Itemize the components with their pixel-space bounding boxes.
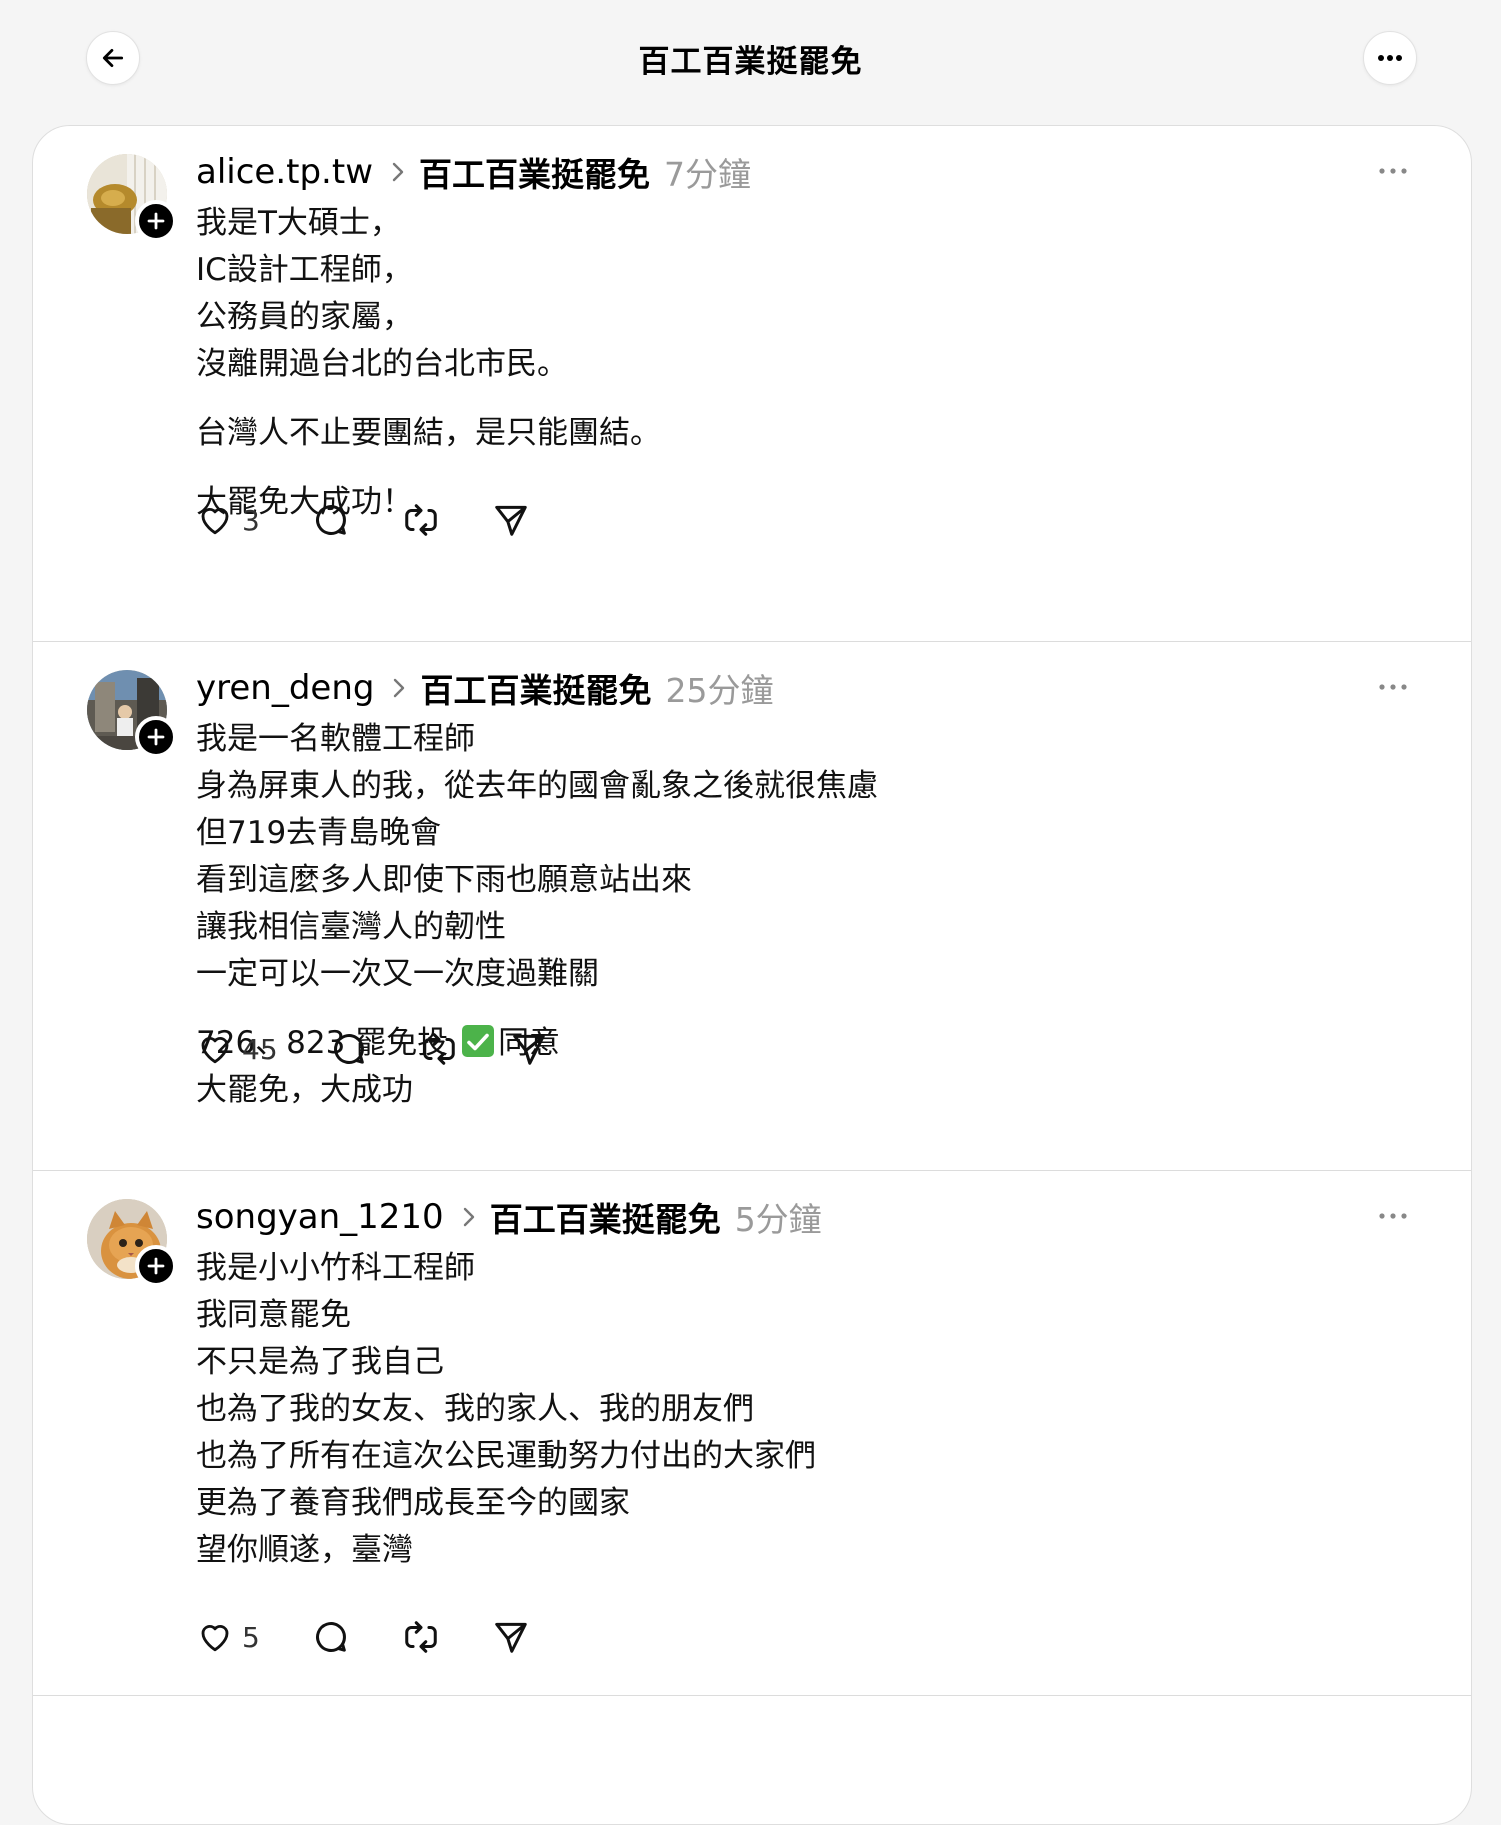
text-line: 也為了我的女友、我的家人、我的朋友們 [196,1391,754,1427]
paragraph: 台灣人不止要團結，是只能團結。 [196,410,1346,457]
more-options-button[interactable] [1363,31,1417,85]
timestamp: 7分鐘 [664,155,752,194]
comment-button[interactable] [330,1030,368,1068]
share-button[interactable] [492,1618,530,1656]
post-more-button[interactable] [1373,1201,1413,1231]
paragraph: 我是小小竹科工程師 我同意罷免 不只是為了我自己 也為了我的女友、我的家人、我的… [196,1245,1346,1574]
text-line: 也為了所有在這次公民運動努力付出的大家們 [196,1438,816,1474]
username[interactable]: yren_deng [196,668,374,708]
follow-button[interactable] [135,716,177,758]
heart-icon [201,1624,229,1652]
feed: alice.tp.tw 百工百業挺罷免 7分鐘 我是T大碩士， IC設計工程師，… [32,125,1472,1825]
post-header: alice.tp.tw 百工百業挺罷免 7分鐘 [196,150,751,194]
heart-icon [201,507,229,535]
like-count: 3 [242,503,260,537]
text-line: 我是一名軟體工程師 [196,721,475,757]
plus-icon [147,728,165,746]
heart-icon [201,1036,229,1064]
post: alice.tp.tw 百工百業挺罷免 7分鐘 我是T大碩士， IC設計工程師，… [33,126,1471,642]
more-horizontal-icon [1379,168,1407,174]
follow-button[interactable] [135,200,177,242]
chevron-right-icon [392,677,406,699]
text-line: 沒離開過台北的台北市民。 [196,346,568,382]
text-line: 我同意罷免 [196,1297,351,1333]
text-line: 台灣人不止要團結，是只能團結。 [196,415,661,451]
send-icon [495,1622,527,1653]
repost-button[interactable] [402,1618,440,1656]
top-bar: 百工百業挺罷免 [0,0,1501,124]
repost-button[interactable] [402,501,440,539]
comment-button[interactable] [312,1618,350,1656]
community-name[interactable]: 百工百業挺罷免 [420,664,651,712]
comment-button[interactable] [312,501,350,539]
timestamp: 25分鐘 [665,671,774,710]
text-line: 我是小小竹科工程師 [196,1250,475,1286]
post-actions: 45 [196,1027,548,1071]
post-body: 我是T大碩士， IC設計工程師， 公務員的家屬， 沒離開過台北的台北市民。 台灣… [196,200,1346,526]
text-line: 公務員的家屬， [196,299,413,335]
comment-bubble-icon [315,1622,346,1652]
chevron-right-icon [391,161,405,183]
text-line: 不只是為了我自己 [196,1344,444,1380]
post-actions: 3 [196,498,530,542]
timestamp: 5分鐘 [734,1200,822,1239]
post-more-button[interactable] [1373,156,1413,186]
post-body: 我是小小竹科工程師 我同意罷免 不只是為了我自己 也為了我的女友、我的家人、我的… [196,1245,1346,1574]
send-icon [512,1034,545,1065]
repost-icon [405,1621,437,1653]
community-name[interactable]: 百工百業挺罷免 [490,1193,721,1241]
text-line: 讓我相信臺灣人的韌性 [196,909,506,945]
like-button[interactable]: 45 [196,1031,278,1067]
post-header: songyan_1210 百工百業挺罷免 5分鐘 [196,1195,822,1239]
repost-icon [405,504,437,536]
comment-bubble-icon [315,505,346,535]
text-line: 看到這麼多人即使下雨也願意站出來 [196,862,692,898]
like-count: 45 [242,1032,278,1066]
like-count: 5 [242,1620,260,1654]
plus-icon [147,1257,165,1275]
text-line: 望你順遂，臺灣 [196,1532,413,1568]
text-line: 大罷免，大成功 [196,1072,413,1108]
send-icon [495,505,527,536]
post-more-button[interactable] [1373,672,1413,702]
username[interactable]: songyan_1210 [196,1197,444,1237]
more-horizontal-icon [1378,55,1402,61]
like-button[interactable]: 3 [196,502,260,538]
share-button[interactable] [492,501,530,539]
text-line: 更為了養育我們成長至今的國家 [196,1485,630,1521]
repost-button[interactable] [420,1030,458,1068]
paragraph: 我是T大碩士， IC設計工程師， 公務員的家屬， 沒離開過台北的台北市民。 [196,200,1346,388]
comment-bubble-icon [333,1034,364,1064]
post-header: yren_deng 百工百業挺罷免 25分鐘 [196,666,773,710]
community-name[interactable]: 百工百業挺罷免 [419,148,650,196]
paragraph: 我是一名軟體工程師 身為屏東人的我，從去年的國會亂象之後就很焦慮 但719去青島… [196,716,1346,998]
text-line: 但719去青島晚會 [196,815,442,851]
more-horizontal-icon [1379,1213,1407,1219]
text-line: 身為屏東人的我，從去年的國會亂象之後就很焦慮 [196,768,878,804]
post-actions: 5 [196,1615,530,1659]
follow-button[interactable] [135,1245,177,1287]
text-line: 一定可以一次又一次度過難關 [196,956,599,992]
repost-icon [422,1033,455,1065]
page-title: 百工百業挺罷免 [638,44,863,80]
post: yren_deng 百工百業挺罷免 25分鐘 我是一名軟體工程師 身為屏東人的我… [33,642,1471,1171]
text-line: IC設計工程師， [196,252,413,288]
like-button[interactable]: 5 [196,1619,260,1655]
share-button[interactable] [510,1030,548,1068]
username[interactable]: alice.tp.tw [196,152,373,192]
chevron-right-icon [462,1206,476,1228]
text-line: 我是T大碩士， [196,205,401,241]
more-horizontal-icon [1379,684,1407,690]
plus-icon [147,212,165,230]
post: songyan_1210 百工百業挺罷免 5分鐘 我是小小竹科工程師 我同意罷免… [33,1171,1471,1696]
